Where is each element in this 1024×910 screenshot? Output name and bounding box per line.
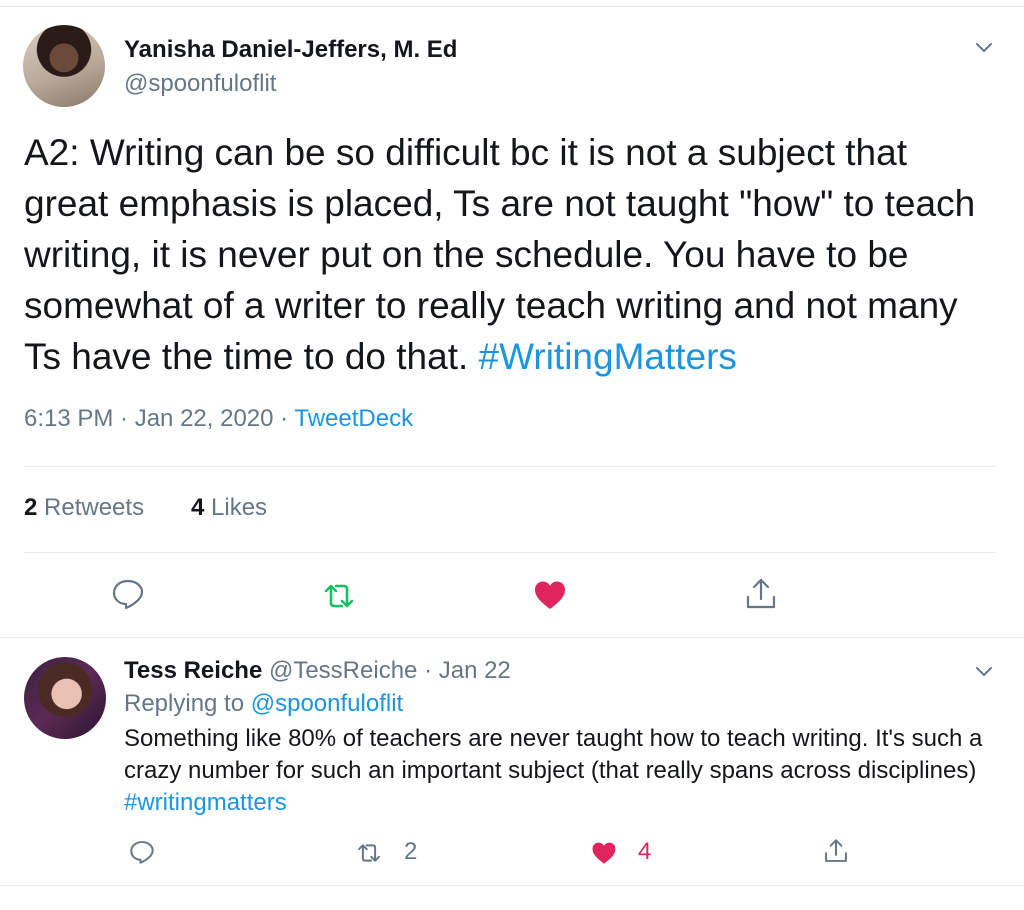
share-icon[interactable]	[823, 838, 849, 864]
author-name[interactable]: Yanisha Daniel-Jeffers, M. Ed	[124, 36, 457, 64]
retweet-icon[interactable]	[356, 840, 382, 866]
retweets-stat[interactable]: 2 Retweets	[24, 494, 144, 522]
reply-header: Tess Reiche @TessReiche · Jan 22	[124, 657, 511, 685]
avatar[interactable]	[24, 657, 106, 739]
reply-hashtag-link[interactable]: #writingmatters	[124, 789, 287, 816]
heart-icon[interactable]	[591, 840, 617, 866]
replying-to: Replying to @spoonfuloflit	[124, 690, 404, 717]
author-handle[interactable]: @spoonfuloflit	[124, 70, 276, 98]
reply-retweet-count: 2	[404, 838, 418, 865]
tweet-text: A2: Writing can be so difficult bc it is…	[24, 132, 976, 377]
avatar[interactable]	[23, 25, 105, 107]
reply-author-name[interactable]: Tess Reiche	[124, 657, 262, 684]
reply-text: Something like 80% of teachers are never…	[124, 725, 983, 816]
retweet-icon[interactable]	[322, 579, 356, 613]
replying-handle-link[interactable]: @spoonfuloflit	[251, 690, 403, 717]
reply-icon[interactable]	[111, 577, 145, 611]
hashtag-link[interactable]: #WritingMatters	[479, 336, 737, 377]
heart-icon[interactable]	[533, 578, 567, 612]
divider	[0, 637, 1024, 638]
reply-date[interactable]: · Jan 22	[424, 657, 511, 684]
divider	[24, 552, 996, 553]
tweet-timestamp: 6:13 PM · Jan 22, 2020 · TweetDeck	[24, 405, 413, 433]
divider	[0, 885, 1024, 886]
top-divider	[0, 6, 1024, 7]
likes-stat[interactable]: 4 Likes	[191, 494, 267, 522]
reply-icon[interactable]	[129, 839, 155, 865]
chevron-down-icon[interactable]	[974, 662, 994, 682]
chevron-down-icon[interactable]	[974, 38, 994, 58]
source-link[interactable]: TweetDeck	[294, 405, 413, 432]
divider	[24, 466, 996, 467]
reply-like-count: 4	[638, 838, 652, 865]
share-icon[interactable]	[744, 577, 778, 611]
timestamp-text[interactable]: 6:13 PM · Jan 22, 2020 ·	[24, 405, 294, 432]
reply-author-handle[interactable]: @TessReiche	[269, 657, 417, 684]
